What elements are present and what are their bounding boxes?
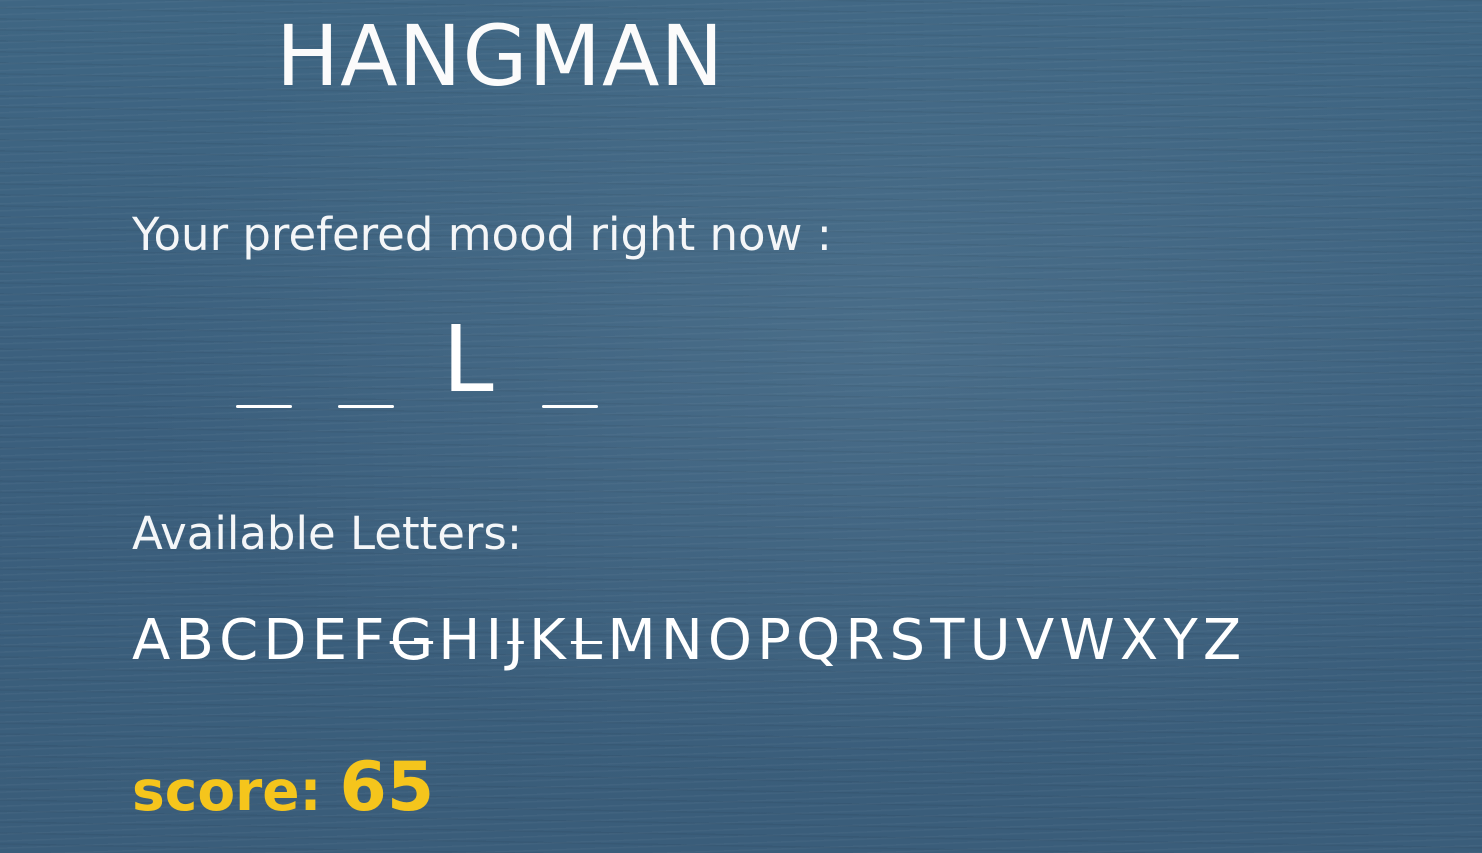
letter-key-a[interactable]: A (132, 606, 170, 676)
blank-underscore (542, 405, 598, 408)
word-slot: L (440, 310, 496, 410)
score-value: 65 (339, 748, 435, 827)
blank-underscore (338, 405, 394, 408)
letter-key-v[interactable]: V (1016, 606, 1054, 676)
letter-key-y[interactable]: Y (1163, 606, 1197, 676)
letter-key-f[interactable]: F (352, 606, 384, 676)
letter-key-h[interactable]: H (438, 606, 480, 676)
word-slot (236, 310, 292, 410)
letter-key-c[interactable]: C (219, 606, 258, 676)
word-slot (542, 310, 598, 410)
word-slot (338, 310, 394, 410)
letter-key-g: G (389, 608, 434, 673)
hidden-word: L (236, 300, 644, 410)
letter-key-n[interactable]: N (661, 606, 703, 676)
letter-key-r[interactable]: R (845, 606, 884, 676)
letter-key-u[interactable]: U (970, 606, 1011, 676)
letter-key-s[interactable]: S (890, 606, 926, 676)
letter-key-j: J (507, 608, 524, 673)
letter-key-o[interactable]: O (708, 606, 752, 676)
available-letters-label: Available Letters: (132, 507, 523, 560)
letter-key-m[interactable]: M (607, 606, 655, 676)
word-hint-prompt: Your prefered mood right now : (132, 208, 832, 261)
blank-underscore (236, 405, 292, 408)
letter-key-d[interactable]: D (263, 606, 306, 676)
score-label: score: (132, 759, 322, 823)
letter-key-x[interactable]: X (1120, 606, 1158, 676)
letter-key-b[interactable]: B (176, 606, 214, 676)
letter-key-l: L (570, 608, 603, 673)
letter-key-i[interactable]: I (486, 606, 503, 676)
letter-key-z[interactable]: Z (1203, 606, 1241, 676)
letter-key-k[interactable]: K (529, 606, 566, 676)
letter-keyboard: ABCDEFGHIJKLMNOPQRSTUVWXYZ (132, 606, 1246, 676)
revealed-letter: L (442, 306, 494, 413)
letter-key-p[interactable]: P (757, 606, 791, 676)
letter-key-w[interactable]: W (1059, 606, 1114, 676)
letter-key-e[interactable]: E (312, 606, 347, 676)
letter-key-t[interactable]: T (930, 606, 964, 676)
score-display: score: 65 (132, 752, 434, 827)
letter-key-q[interactable]: Q (796, 606, 840, 676)
game-title: HANGMAN (276, 7, 725, 105)
